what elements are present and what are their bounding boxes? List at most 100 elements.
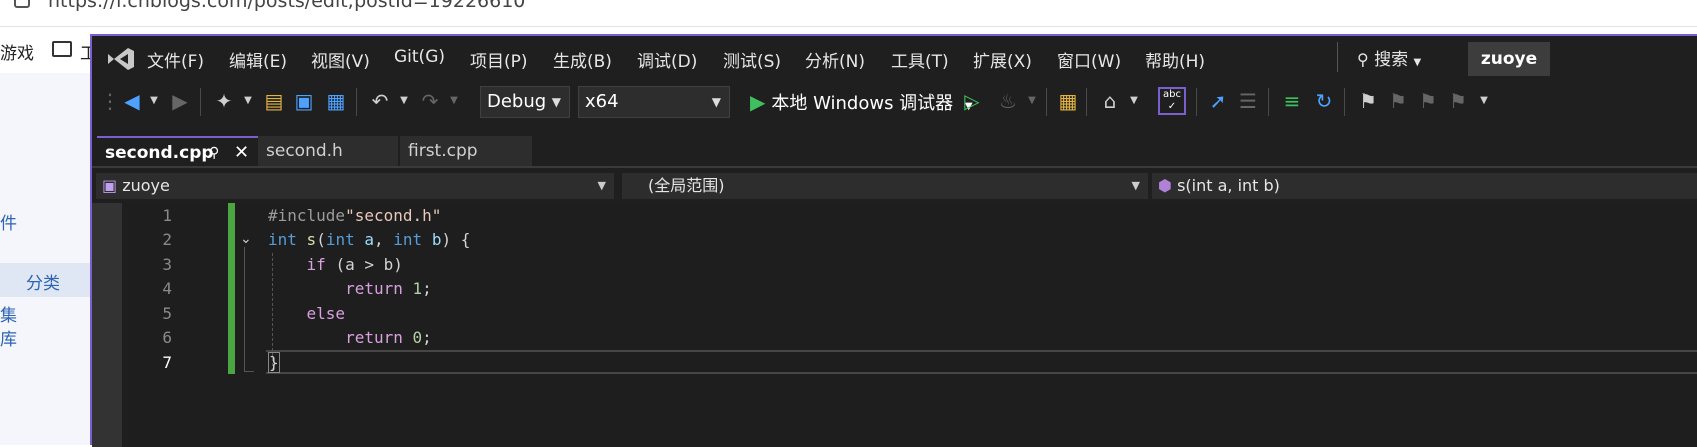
bookmark-games[interactable]: 游戏 <box>0 39 34 64</box>
line-number-current: 7 <box>162 353 172 372</box>
start-debugging-label: 本地 Windows 调试器 <box>771 93 954 114</box>
solution-platform-select[interactable]: x64 ▼ <box>578 86 730 118</box>
outdent-icon[interactable]: ↻ <box>1312 89 1336 113</box>
menu-view[interactable]: 视图(V) <box>311 47 370 72</box>
number-token: 0 <box>412 328 423 347</box>
keyword-token: else <box>306 304 346 323</box>
menu-file[interactable]: 文件(F) <box>147 47 204 72</box>
search-label: 搜索 <box>1374 50 1409 70</box>
close-icon[interactable]: ✕ <box>234 138 249 168</box>
menu-project[interactable]: 项目(P) <box>470 47 528 72</box>
chevron-down-icon[interactable]: ▼ <box>1122 89 1146 113</box>
line-number: 3 <box>162 255 172 274</box>
chevron-down-icon: ▼ <box>1413 57 1422 68</box>
navigate-back-icon[interactable]: ◀ <box>120 89 144 113</box>
tab-second-cpp[interactable]: second.cpp ⚲ ✕ <box>97 136 258 166</box>
menu-git[interactable]: Git(G) <box>394 47 445 67</box>
blog-sidebar-item-collections[interactable]: 集 <box>0 301 17 326</box>
toolbar-divider <box>1086 88 1087 116</box>
tab-label: second.h <box>266 141 343 161</box>
line-number: 2 <box>162 230 172 249</box>
preprocessor-token: #include <box>268 206 346 225</box>
keyword-token: int <box>325 230 355 249</box>
toolbar-divider <box>200 88 201 116</box>
line-number: 1 <box>162 206 172 225</box>
menu-build[interactable]: 生成(B) <box>553 47 612 72</box>
chevron-down-icon[interactable]: ▼ <box>442 89 466 113</box>
pin-icon[interactable]: ⚲ <box>209 138 219 168</box>
code-editor[interactable]: 1 2 3 4 5 6 7 ⌄ #include"second.h" int s… <box>92 203 1697 447</box>
current-line-highlight <box>266 350 1697 374</box>
indent-icon[interactable]: ≡ <box>1280 89 1304 113</box>
menu-window[interactable]: 窗口(W) <box>1057 47 1121 72</box>
browser-url-text[interactable]: https://i.cnblogs.com/posts/edit;postId=… <box>48 0 525 12</box>
blog-sidebar-item-files[interactable]: 件 <box>0 209 17 234</box>
blog-sidebar-item-library[interactable]: 库 <box>0 325 17 350</box>
next-bookmark-icon[interactable]: ⚑ <box>1416 89 1440 113</box>
project-icon: ▣ <box>102 176 118 195</box>
chevron-down-icon[interactable]: ▼ <box>392 89 416 113</box>
folder-icon[interactable] <box>52 41 72 57</box>
param-token: a <box>364 230 375 249</box>
blog-sidebar-category-label: 分类 <box>26 274 60 294</box>
toolbar-overflow-icon[interactable]: ▼ <box>1472 89 1496 113</box>
visual-studio-logo-icon <box>108 48 134 70</box>
chevron-down-icon[interactable]: ▼ <box>236 89 260 113</box>
navigation-bar: ▣ zuoye ▼ (全局范围) ▼ ⬢ s(int a, int b) <box>92 170 1697 202</box>
menu-analyze[interactable]: 分析(N) <box>805 47 865 72</box>
tab-second-h[interactable]: second.h <box>258 136 398 166</box>
menu-divider <box>1337 42 1338 72</box>
save-icon[interactable]: ▣ <box>292 89 316 113</box>
chevron-down-icon[interactable]: ▼ <box>142 89 166 113</box>
menu-help[interactable]: 帮助(H) <box>1145 47 1205 72</box>
browser-address-bar[interactable]: https://i.cnblogs.com/posts/edit;postId=… <box>0 0 1697 27</box>
search-button[interactable]: ⚲ 搜索 ▼ <box>1357 45 1421 70</box>
menu-extensions[interactable]: 扩展(X) <box>973 47 1032 72</box>
blog-sidebar: 件 分类 集 库 <box>0 73 90 445</box>
bookmark-icon[interactable]: ⚑ <box>1356 89 1380 113</box>
change-tracking-bar <box>228 203 235 374</box>
menu-debug[interactable]: 调试(D) <box>637 47 697 72</box>
start-without-debugging-icon[interactable]: ▷ <box>960 89 984 113</box>
chevron-down-icon[interactable]: ▼ <box>1020 89 1044 113</box>
menu-edit[interactable]: 编辑(E) <box>229 47 287 72</box>
browser-link-icon[interactable]: ⌂ <box>1098 89 1122 113</box>
keyword-token: return <box>345 279 403 298</box>
scope-dropdown[interactable]: (全局范围) ▼ <box>622 173 1148 199</box>
find-in-files-icon[interactable]: ▦ <box>1056 89 1080 113</box>
blog-sidebar-item-category[interactable]: 分类 <box>0 263 90 297</box>
select-element-icon[interactable]: ➚ <box>1206 89 1230 113</box>
undo-icon[interactable]: ↶ <box>368 89 392 113</box>
toolbar-grip-icon[interactable]: ⋮ <box>98 89 122 113</box>
tab-first-cpp[interactable]: first.cpp <box>400 136 532 166</box>
navigate-forward-icon[interactable]: ▶ <box>168 89 192 113</box>
redo-icon[interactable]: ↷ <box>418 89 442 113</box>
previous-bookmark-icon[interactable]: ⚑ <box>1386 89 1410 113</box>
line-number: 5 <box>162 304 172 323</box>
visual-studio-window: 文件(F) 编辑(E) 视图(V) Git(G) 项目(P) 生成(B) 调试(… <box>90 34 1697 447</box>
play-icon: ▶ <box>750 90 766 114</box>
project-dropdown[interactable]: ▣ zuoye ▼ <box>96 173 614 199</box>
toggle-comment-icon[interactable]: ☰ <box>1236 89 1260 113</box>
keyword-token: if <box>306 255 326 274</box>
member-dropdown[interactable]: ⬢ s(int a, int b) <box>1152 173 1697 199</box>
hot-reload-icon[interactable]: ♨ <box>996 89 1020 113</box>
editor-margin <box>92 203 122 447</box>
new-project-icon[interactable]: ✦ <box>212 89 236 113</box>
save-all-icon[interactable]: ▦ <box>324 89 348 113</box>
document-tab-bar: second.cpp ⚲ ✕ second.h first.cpp <box>92 124 1697 168</box>
bookmarks-bar: 游戏 工 <box>0 27 97 73</box>
keyword-token: int <box>393 230 423 249</box>
account-badge[interactable]: zuoye <box>1468 42 1550 76</box>
open-folder-icon[interactable]: ▤ <box>262 89 286 113</box>
spell-check-icon[interactable]: abc ✓ <box>1158 87 1186 115</box>
page-info-icon[interactable] <box>14 0 30 8</box>
menu-tools[interactable]: 工具(T) <box>891 47 949 72</box>
param-token: b <box>431 230 442 249</box>
collapse-chevron-icon[interactable]: ⌄ <box>240 231 252 247</box>
start-debugging-button[interactable]: ▶ 本地 Windows 调试器 ▼ <box>750 86 973 118</box>
menu-test[interactable]: 测试(S) <box>723 47 781 72</box>
clear-bookmarks-icon[interactable]: ⚑ <box>1446 89 1470 113</box>
solution-configuration-select[interactable]: Debug ▼ <box>480 86 570 118</box>
toolbar-divider <box>1344 88 1345 116</box>
